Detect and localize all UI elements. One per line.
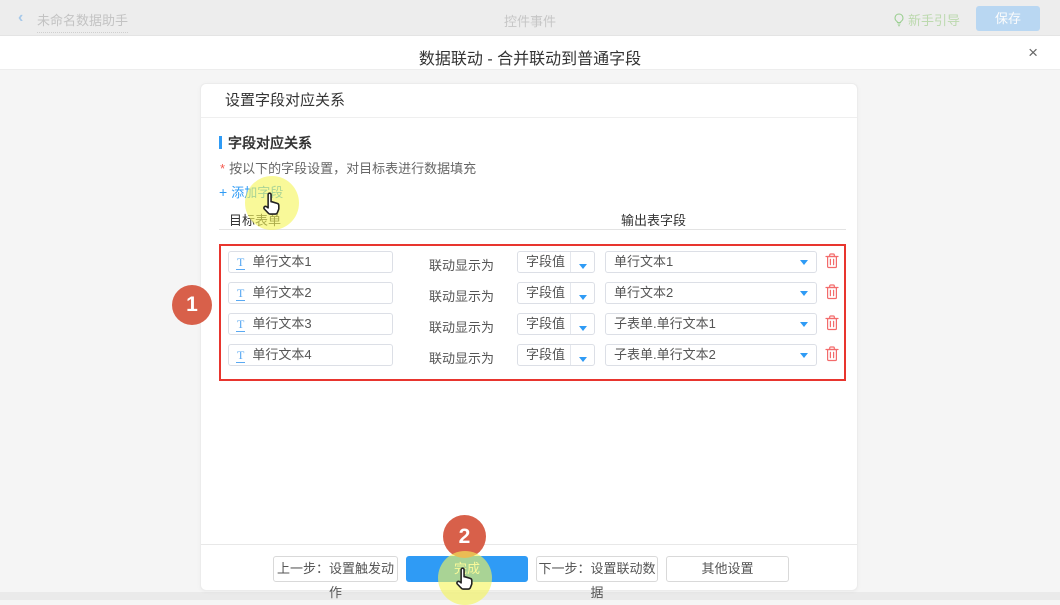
output-field-value: 子表单.单行文本2 [614,347,716,362]
text-field-icon: T [236,317,245,332]
field-mapping-row: T 单行文本2 联动显示为 字段值 单行文本2 [226,282,844,304]
chevron-down-icon[interactable] [570,345,594,365]
footer-divider [201,544,857,545]
field-mapping-row: T 单行文本4 联动显示为 字段值 子表单.单行文本2 [226,344,844,366]
topbar: ‹ 未命名数据助手 控件事件 新手引导 保存 [0,0,1060,36]
mode-select[interactable]: 字段值 [517,313,595,335]
field-mapping-row: T 单行文本1 联动显示为 字段值 单行文本1 [226,251,844,273]
mode-select-value: 字段值 [526,254,565,269]
link-display-label: 联动显示为 [429,255,494,274]
required-asterisk: * [220,161,225,176]
column-header-output: 输出表字段 [621,210,686,229]
mode-select-value: 字段值 [526,347,565,362]
field-mapping-card: 设置字段对应关系 字段对应关系 *按以下的字段设置，对目标表进行数据填充 +添加… [200,83,858,591]
chevron-down-icon[interactable] [570,314,594,334]
hand-cursor-icon [258,190,285,217]
output-field-value: 单行文本1 [614,254,673,269]
hint-label: 按以下的字段设置，对目标表进行数据填充 [229,161,476,176]
section-title-label: 字段对应关系 [228,135,312,151]
output-field-select[interactable]: 子表单.单行文本2 [605,344,817,366]
target-field-input[interactable]: T 单行文本2 [228,282,393,304]
delete-row-icon[interactable] [825,346,839,365]
text-field-icon: T [236,348,245,363]
section-title: 字段对应关系 [219,133,312,153]
link-display-label: 联动显示为 [429,348,494,367]
text-field-icon: T [236,286,245,301]
target-field-value: 单行文本3 [252,316,311,331]
target-field-input[interactable]: T 单行文本1 [228,251,393,273]
mode-select-value: 字段值 [526,285,565,300]
chevron-down-icon [800,291,808,296]
bulb-icon [893,13,908,28]
target-field-input[interactable]: T 单行文本4 [228,344,393,366]
delete-row-icon[interactable] [825,315,839,334]
other-settings-button[interactable]: 其他设置 [666,556,789,582]
mode-select-value: 字段值 [526,316,565,331]
section-accent-bar [219,136,222,149]
header-divider [219,229,846,230]
dialog-titlebar: 数据联动 - 合并联动到普通字段 × [0,36,1060,70]
link-display-label: 联动显示为 [429,317,494,336]
plus-icon: + [219,184,227,200]
delete-row-icon[interactable] [825,253,839,272]
chevron-down-icon[interactable] [570,283,594,303]
card-header-title: 设置字段对应关系 [201,84,857,118]
field-mapping-row: T 单行文本3 联动显示为 字段值 子表单.单行文本1 [226,313,844,335]
mode-select[interactable]: 字段值 [517,282,595,304]
target-field-value: 单行文本2 [252,285,311,300]
dialog-title: 数据联动 - 合并联动到普通字段 [0,45,1060,69]
chevron-down-icon [800,353,808,358]
output-field-value: 单行文本2 [614,285,673,300]
link-display-label: 联动显示为 [429,286,494,305]
mode-select[interactable]: 字段值 [517,344,595,366]
hint-text: * 按以下的字段设置，对目标表进行数据填充 [220,158,476,177]
next-step-button[interactable]: 下一步：设置联动数据 [536,556,658,582]
chevron-down-icon[interactable] [570,252,594,272]
mode-select[interactable]: 字段值 [517,251,595,273]
beginner-guide-link[interactable]: 新手引导 [893,10,960,29]
text-field-icon: T [236,255,245,270]
output-field-select[interactable]: 单行文本2 [605,282,817,304]
target-field-value: 单行文本4 [252,347,311,362]
page-bottom-edge [0,592,1060,600]
prev-step-button[interactable]: 上一步：设置触发动作 [273,556,398,582]
chevron-down-icon [800,322,808,327]
output-field-select[interactable]: 单行文本1 [605,251,817,273]
step-1-badge: 1 [172,285,212,325]
target-field-input[interactable]: T 单行文本3 [228,313,393,335]
output-field-select[interactable]: 子表单.单行文本1 [605,313,817,335]
beginner-guide-label: 新手引导 [908,13,960,28]
output-field-value: 子表单.单行文本1 [614,316,716,331]
save-button[interactable]: 保存 [976,6,1040,31]
hand-cursor-icon [451,565,478,592]
field-rows-container: T 单行文本1 联动显示为 字段值 单行文本1 T 单行文本2 联动显示为 字段值 … [219,244,846,381]
chevron-down-icon [800,260,808,265]
target-field-value: 单行文本1 [252,254,311,269]
close-icon[interactable]: × [1028,43,1038,63]
delete-row-icon[interactable] [825,284,839,303]
